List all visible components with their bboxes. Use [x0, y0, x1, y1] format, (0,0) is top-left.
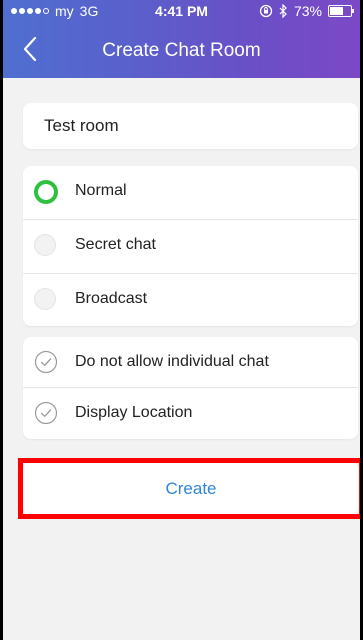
room-type-list: Normal Secret chat Broadcast [23, 166, 358, 326]
room-type-label: Broadcast [75, 290, 148, 307]
status-bar: my 3G 4:41 PM 73% [3, 0, 360, 22]
battery-icon [328, 5, 354, 17]
navigation-bar: Create Chat Room [3, 28, 360, 72]
battery-percent: 73% [293, 3, 322, 19]
option-label: Display Location [75, 404, 193, 421]
room-type-normal[interactable]: Normal [23, 166, 358, 220]
header: my 3G 4:41 PM 73% Create Chat Room [3, 0, 360, 78]
options-list: Do not allow individual chat Display Loc… [23, 337, 358, 439]
option-label: Do not allow individual chat [75, 353, 269, 370]
rotation-lock-icon [259, 4, 273, 18]
bluetooth-icon [279, 4, 287, 18]
room-type-broadcast[interactable]: Broadcast [23, 274, 358, 327]
option-no-individual-chat[interactable]: Do not allow individual chat [23, 337, 358, 388]
room-name-value: Test room [44, 116, 119, 135]
room-type-label: Secret chat [75, 236, 156, 253]
option-display-location[interactable]: Display Location [23, 388, 358, 438]
checkmark-circle-icon [34, 350, 58, 374]
room-type-secret-chat[interactable]: Secret chat [23, 220, 358, 274]
radio-unselected-icon [34, 288, 56, 310]
create-button[interactable]: Create [23, 463, 359, 514]
status-right: 73% [259, 3, 354, 19]
create-button-highlight: Create [18, 458, 360, 519]
app-screen: my 3G 4:41 PM 73% Create Chat Room Test … [3, 0, 360, 640]
room-type-label: Normal [75, 182, 127, 199]
checkmark-circle-icon [34, 401, 58, 425]
radio-unselected-icon [34, 234, 56, 256]
radio-selected-icon [34, 180, 58, 204]
page-title: Create Chat Room [102, 40, 261, 61]
room-name-field[interactable]: Test room [23, 103, 358, 149]
